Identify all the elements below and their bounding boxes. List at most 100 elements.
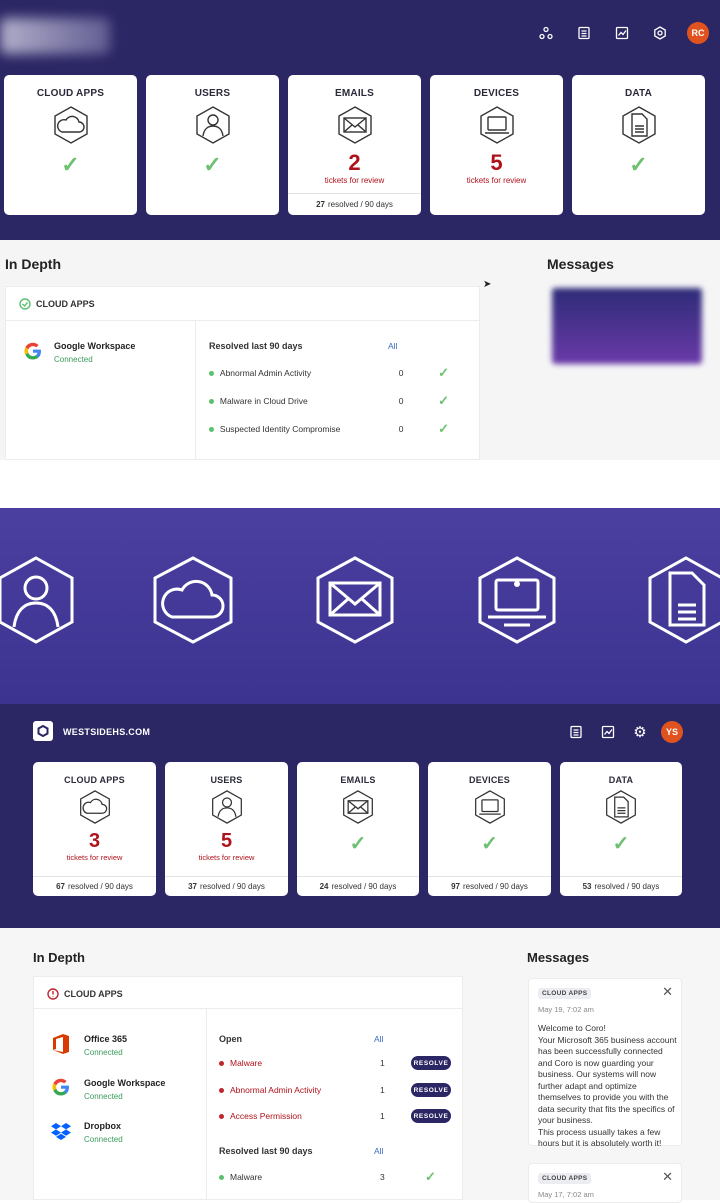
status-dot [219, 1113, 224, 1119]
workspace-name[interactable]: WESTSIDEHS.COM [63, 727, 150, 737]
user-icon [165, 789, 288, 830]
panel-header-label: CLOUD APPS [36, 299, 95, 309]
email-icon [288, 105, 421, 150]
document-icon [560, 789, 682, 830]
ok-check-icon: ✓ [612, 833, 630, 855]
laptop-icon [428, 789, 551, 830]
message-badge: CLOUD APPS [538, 988, 592, 999]
message-time: May 19, 7:02 am [538, 1005, 594, 1014]
card-cloud-apps[interactable]: CLOUD APPS ✓ [4, 75, 137, 215]
ok-check-icon: ✓ [61, 152, 80, 177]
lower-nav-icons: ⚙ YS [565, 721, 683, 743]
resolved-count: 67 [56, 882, 65, 891]
card-title: DATA [608, 775, 634, 785]
resolved-row[interactable]: Suspected Identity Compromise 0 ✓ [209, 421, 449, 437]
message-badge: CLOUD APPS [538, 1173, 592, 1184]
connector-status: Connected [84, 1092, 123, 1101]
card-title: DEVICES [469, 775, 510, 785]
all-link[interactable]: All [374, 1146, 383, 1156]
card-data[interactable]: DATA ✓ [572, 75, 705, 215]
card-title: DATA [624, 88, 653, 99]
card-cloud-apps[interactable]: CLOUD APPS 3 tickets for review 67 resolv… [33, 762, 156, 896]
resolved-header: Resolved last 90 days [219, 1146, 313, 1156]
ticket-count: 5 [490, 150, 503, 175]
resolved-count: 53 [582, 882, 592, 891]
card-users[interactable]: USERS ✓ [146, 75, 279, 215]
card-emails[interactable]: EMAILS ✓ 24 resolved / 90 days [297, 762, 419, 896]
tickets-label: tickets for review [324, 176, 385, 185]
card-title: EMAILS [340, 775, 376, 785]
resolved-count: 37 [188, 882, 197, 891]
card-title: EMAILS [335, 88, 374, 99]
row-label[interactable]: Malware [230, 1058, 380, 1068]
blurred-logo [0, 18, 110, 54]
resolved-row[interactable]: Malware 3 ✓ [219, 1169, 451, 1185]
resolve-button[interactable]: RESOLVE [411, 1056, 451, 1070]
card-title: USERS [194, 88, 231, 99]
alert-circle-icon [47, 988, 59, 1000]
google-logo-icon [51, 1077, 71, 1102]
all-link[interactable]: All [374, 1034, 383, 1044]
resolve-button[interactable]: RESOLVE [411, 1109, 451, 1123]
ok-check-icon: ✓ [349, 833, 367, 855]
blurred-message-preview [552, 288, 702, 364]
row-label[interactable]: Abnormal Admin Activity [230, 1085, 380, 1095]
resolved-row[interactable]: Malware in Cloud Drive 0 ✓ [209, 393, 449, 409]
resolved-row[interactable]: Abnormal Admin Activity 0 ✓ [209, 365, 449, 381]
all-link[interactable]: All [388, 341, 397, 351]
connectors-icon[interactable] [535, 22, 557, 44]
tickets-label: tickets for review [198, 853, 255, 862]
chart-icon[interactable] [597, 721, 619, 743]
card-users[interactable]: USERS 5 tickets for review 37 resolved / … [165, 762, 288, 896]
status-dot [219, 1174, 224, 1180]
document-icon [646, 555, 720, 650]
messages-title: Messages [527, 950, 590, 965]
card-data[interactable]: DATA ✓ 53 resolved / 90 days [560, 762, 682, 896]
user-avatar[interactable]: RC [687, 22, 709, 44]
resolved-label: resolved / 90 days [331, 882, 397, 891]
list-icon[interactable] [573, 22, 595, 44]
ok-check-icon: ✓ [203, 152, 222, 177]
resolved-label: resolved / 90 days [199, 882, 265, 891]
message-time: May 17, 7:02 am [538, 1190, 594, 1199]
open-row[interactable]: Access Permission 1 RESOLVE [219, 1109, 451, 1123]
card-title: USERS [210, 775, 243, 785]
chart-icon[interactable] [611, 22, 633, 44]
resolved-label: resolved / 90 days [594, 882, 660, 891]
ok-check-icon: ✓ [438, 421, 449, 436]
top-nav-icons: RC [535, 22, 709, 44]
resolved-footer: 67 resolved / 90 days [33, 876, 156, 896]
card-emails[interactable]: EMAILS 2 tickets for review 27 resolved /… [288, 75, 421, 215]
card-devices[interactable]: DEVICES 5 tickets for review [430, 75, 563, 215]
in-depth-title: In Depth [5, 256, 61, 272]
close-icon[interactable]: ✕ [662, 984, 673, 1000]
cloud-icon [150, 555, 236, 650]
office365-logo-icon [51, 1033, 71, 1060]
settings-icon[interactable] [649, 22, 671, 44]
open-row[interactable]: Malware 1 RESOLVE [219, 1056, 451, 1070]
resolved-count: 97 [451, 882, 460, 891]
status-dot [219, 1060, 224, 1066]
card-devices[interactable]: DEVICES ✓ 97 resolved / 90 days [428, 762, 551, 896]
row-count: 1 [380, 1058, 385, 1068]
row-label[interactable]: Access Permission [230, 1111, 380, 1121]
message-card[interactable]: CLOUD APPS ✕ May 17, 7:02 am [528, 1163, 682, 1203]
cloud-icon [33, 789, 156, 830]
open-row[interactable]: Abnormal Admin Activity 1 RESOLVE [219, 1083, 451, 1097]
message-card[interactable]: CLOUD APPS ✕ May 19, 7:02 am Welcome to … [528, 978, 682, 1148]
user-avatar[interactable]: YS [661, 721, 683, 743]
ticket-count: 3 [88, 830, 101, 852]
list-icon[interactable] [565, 721, 587, 743]
close-icon[interactable]: ✕ [662, 1169, 673, 1185]
gear-icon[interactable]: ⚙ [629, 721, 651, 743]
resolve-button[interactable]: RESOLVE [411, 1083, 451, 1097]
panel-header: CLOUD APPS [19, 298, 95, 310]
connector-status: Connected [84, 1048, 123, 1057]
connector-status: Connected [84, 1135, 123, 1144]
document-icon [572, 105, 705, 150]
connector-name: Dropbox [84, 1121, 121, 1131]
connector-status: Connected [54, 355, 93, 364]
panel-header: CLOUD APPS [47, 988, 123, 1000]
resolved-label: resolved / 90 days [327, 200, 393, 209]
row-count: 0 [398, 424, 404, 434]
